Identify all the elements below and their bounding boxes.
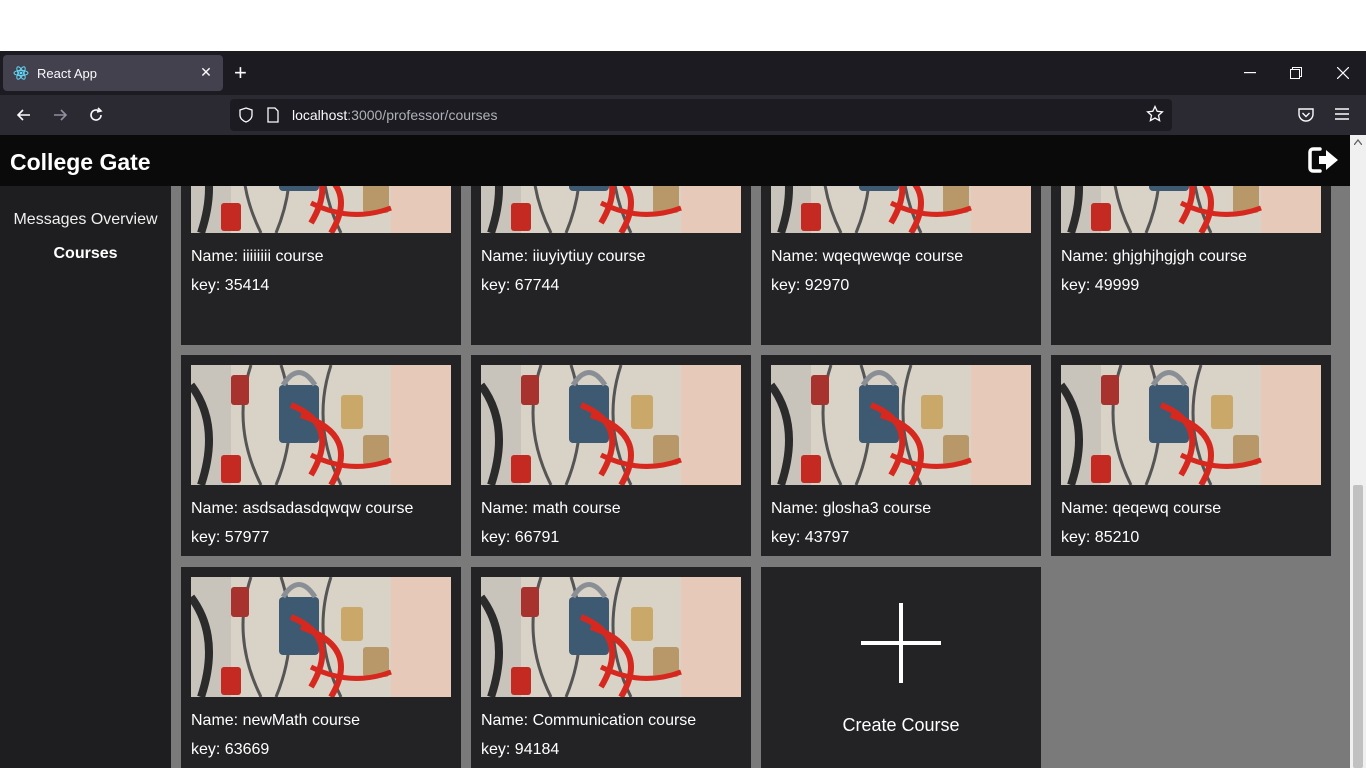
course-name: Name: asdsadasdqwqw course xyxy=(191,500,414,517)
course-name: Name: wqeqwewqe course xyxy=(771,248,964,265)
course-key: key: 35414 xyxy=(191,277,270,294)
scroll-up-arrow-icon[interactable] xyxy=(1354,139,1362,145)
course-name: Name: ghjghjhgjgh course xyxy=(1061,248,1247,265)
hamburger-menu-icon[interactable] xyxy=(1334,107,1350,121)
course-key: key: 66791 xyxy=(481,529,560,546)
react-logo-icon xyxy=(13,66,29,80)
plus-icon xyxy=(861,603,941,683)
course-thumbnail xyxy=(1061,365,1321,485)
course-card[interactable]: Name: math course key: 66791 xyxy=(471,355,751,556)
course-key: key: 49999 xyxy=(1061,277,1140,294)
close-window-icon[interactable] xyxy=(1337,67,1349,79)
create-course-label: Create Course xyxy=(842,715,960,735)
course-card[interactable]: Name: ghjghjhgjgh course key: 49999 xyxy=(1051,186,1331,345)
course-name: Name: newMath course xyxy=(191,712,360,729)
sidebar-item-messages-overview[interactable]: Messages Overview xyxy=(0,211,171,229)
course-thumbnail xyxy=(1061,186,1321,233)
course-card[interactable]: Name: iiuyiytiuy course key: 67744 xyxy=(471,186,751,345)
course-card[interactable]: Name: qeqewq course key: 85210 xyxy=(1051,355,1331,556)
url-text[interactable]: localhost:3000/professor/courses xyxy=(292,107,497,123)
course-card[interactable]: Name: asdsadasdqwqw course key: 57977 xyxy=(181,355,461,556)
course-key: key: 67744 xyxy=(481,277,560,294)
close-tab-icon[interactable]: ✕ xyxy=(197,64,215,81)
course-card[interactable]: Name: Communication course key: 94184 xyxy=(471,567,751,768)
courses-grid: Name: iiiiiiii course key: 35414 Name: ii… xyxy=(171,186,1350,768)
course-key: key: 85210 xyxy=(1061,529,1140,546)
page-scrollbar[interactable] xyxy=(1350,135,1366,768)
app-title: College Gate xyxy=(10,149,151,175)
course-thumbnail xyxy=(771,365,1031,485)
restore-icon[interactable] xyxy=(1290,67,1302,79)
forward-arrow-icon[interactable] xyxy=(50,105,70,125)
course-thumbnail xyxy=(481,365,741,485)
address-bar[interactable]: localhost:3000/professor/courses xyxy=(230,99,1172,131)
tab-react-app[interactable]: React App ✕ xyxy=(3,55,223,91)
desktop-top-area xyxy=(0,0,1366,51)
course-card[interactable]: Name: iiiiiiii course key: 35414 xyxy=(181,186,461,345)
shield-icon[interactable] xyxy=(238,107,254,123)
sidebar: Messages Overview Courses xyxy=(0,186,171,768)
minimize-icon[interactable] xyxy=(1244,72,1256,74)
back-arrow-icon[interactable] xyxy=(14,105,34,125)
course-thumbnail xyxy=(481,186,741,233)
course-name: Name: qeqewq course xyxy=(1061,500,1222,517)
create-course-card[interactable]: Create Course xyxy=(761,567,1041,768)
course-key: key: 94184 xyxy=(481,741,560,758)
course-card[interactable]: Name: newMath course key: 63669 xyxy=(181,567,461,768)
tab-title: React App xyxy=(37,65,97,81)
course-card[interactable]: Name: wqeqwewqe course key: 92970 xyxy=(761,186,1041,345)
course-thumbnail xyxy=(191,365,451,485)
course-name: Name: Communication course xyxy=(481,712,697,729)
course-name: Name: iiiiiiii course xyxy=(191,248,324,265)
course-thumbnail xyxy=(191,186,451,233)
course-thumbnail xyxy=(191,577,451,697)
course-card[interactable]: Name: glosha3 course key: 43797 xyxy=(761,355,1041,556)
pocket-icon[interactable] xyxy=(1297,106,1315,124)
app-header: College Gate xyxy=(0,135,1350,186)
course-key: key: 92970 xyxy=(771,277,850,294)
course-key: key: 63669 xyxy=(191,741,270,758)
course-key: key: 43797 xyxy=(771,529,850,546)
browser-nav-bar: localhost:3000/professor/courses xyxy=(0,95,1366,135)
course-name: Name: glosha3 course xyxy=(771,500,932,517)
logout-icon[interactable] xyxy=(1308,146,1340,174)
new-tab-button[interactable]: + xyxy=(234,62,247,84)
course-name: Name: math course xyxy=(481,500,621,517)
page-icon[interactable] xyxy=(266,107,280,123)
bookmark-star-icon[interactable] xyxy=(1146,105,1164,123)
course-thumbnail xyxy=(481,577,741,697)
course-name: Name: iiuyiytiuy course xyxy=(481,248,646,265)
course-key: key: 57977 xyxy=(191,529,270,546)
scrollbar-thumb[interactable] xyxy=(1353,485,1363,768)
reload-icon[interactable] xyxy=(86,105,106,125)
browser-tab-bar: React App ✕ + xyxy=(0,51,1366,95)
sidebar-item-courses[interactable]: Courses xyxy=(0,245,171,263)
course-thumbnail xyxy=(771,186,1031,233)
